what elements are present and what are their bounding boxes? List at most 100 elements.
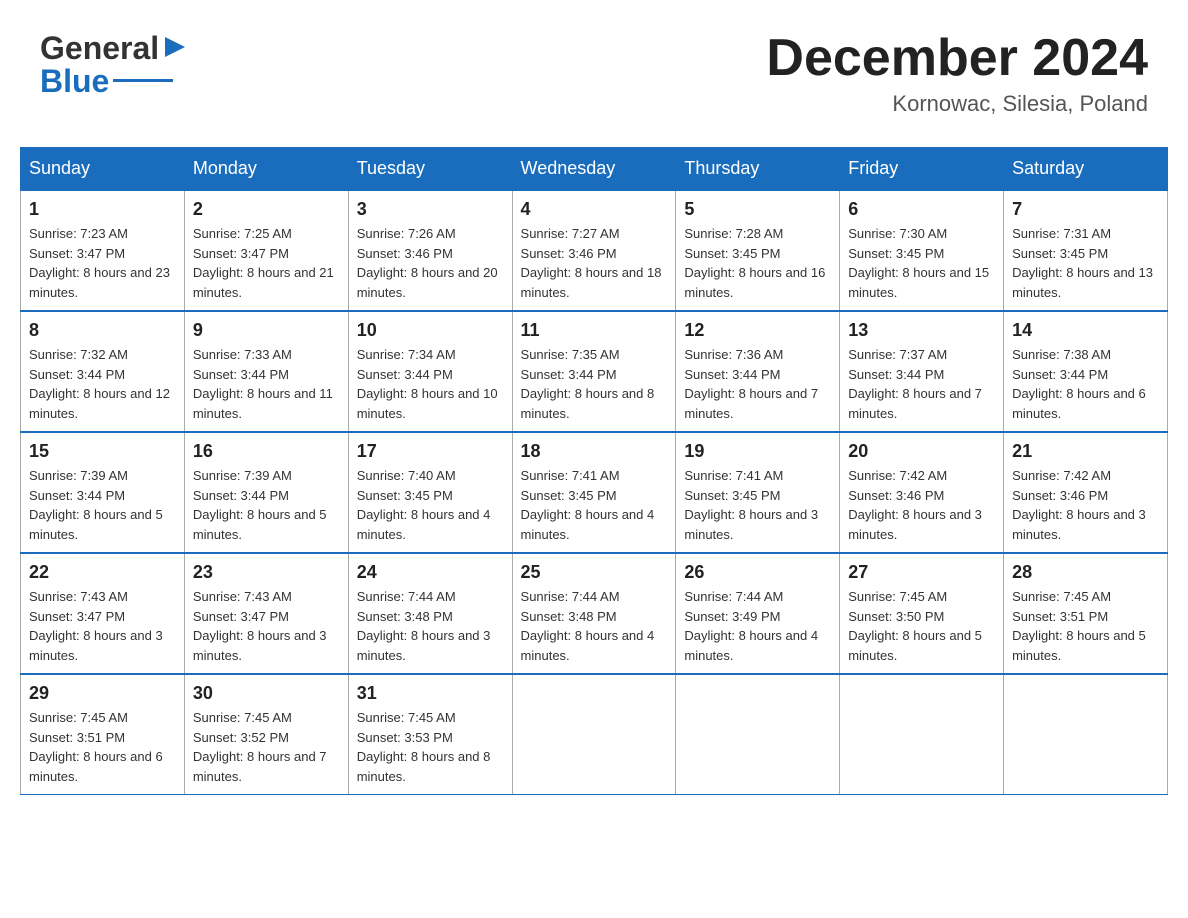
day-info: Sunrise: 7:39 AMSunset: 3:44 PMDaylight:…	[29, 466, 176, 544]
calendar-day-cell	[676, 674, 840, 795]
day-of-week-header: Monday	[184, 148, 348, 191]
day-info: Sunrise: 7:44 AMSunset: 3:48 PMDaylight:…	[521, 587, 668, 665]
day-number: 31	[357, 683, 504, 704]
day-info: Sunrise: 7:37 AMSunset: 3:44 PMDaylight:…	[848, 345, 995, 423]
day-number: 16	[193, 441, 340, 462]
day-info: Sunrise: 7:33 AMSunset: 3:44 PMDaylight:…	[193, 345, 340, 423]
day-of-week-header: Sunday	[21, 148, 185, 191]
day-info: Sunrise: 7:41 AMSunset: 3:45 PMDaylight:…	[684, 466, 831, 544]
day-info: Sunrise: 7:27 AMSunset: 3:46 PMDaylight:…	[521, 224, 668, 302]
day-info: Sunrise: 7:34 AMSunset: 3:44 PMDaylight:…	[357, 345, 504, 423]
calendar-week-row: 8Sunrise: 7:32 AMSunset: 3:44 PMDaylight…	[21, 311, 1168, 432]
day-info: Sunrise: 7:26 AMSunset: 3:46 PMDaylight:…	[357, 224, 504, 302]
day-number: 26	[684, 562, 831, 583]
calendar-day-cell	[512, 674, 676, 795]
day-number: 14	[1012, 320, 1159, 341]
logo-blue-text: Blue	[40, 63, 109, 100]
calendar-day-cell: 20Sunrise: 7:42 AMSunset: 3:46 PMDayligh…	[840, 432, 1004, 553]
day-info: Sunrise: 7:45 AMSunset: 3:53 PMDaylight:…	[357, 708, 504, 786]
calendar-week-row: 29Sunrise: 7:45 AMSunset: 3:51 PMDayligh…	[21, 674, 1168, 795]
calendar-day-cell: 12 Sunrise: 7:36 AMSunset: 3:44 PMDayligh…	[676, 311, 840, 432]
calendar-header-row: SundayMondayTuesdayWednesdayThursdayFrid…	[21, 148, 1168, 191]
calendar-day-cell: 26Sunrise: 7:44 AMSunset: 3:49 PMDayligh…	[676, 553, 840, 674]
day-number: 24	[357, 562, 504, 583]
day-number: 4	[521, 199, 668, 220]
day-info: Sunrise: 7:43 AMSunset: 3:47 PMDaylight:…	[29, 587, 176, 665]
day-number: 25	[521, 562, 668, 583]
calendar-day-cell: 25 Sunrise: 7:44 AMSunset: 3:48 PMDayligh…	[512, 553, 676, 674]
day-number: 1	[29, 199, 176, 220]
calendar-day-cell: 31 Sunrise: 7:45 AMSunset: 3:53 PMDayligh…	[348, 674, 512, 795]
calendar-week-row: 22 Sunrise: 7:43 AMSunset: 3:47 PMDayligh…	[21, 553, 1168, 674]
day-info: Sunrise: 7:43 AMSunset: 3:47 PMDaylight:…	[193, 587, 340, 665]
day-of-week-header: Friday	[840, 148, 1004, 191]
calendar-day-cell: 18 Sunrise: 7:41 AMSunset: 3:45 PMDayligh…	[512, 432, 676, 553]
day-info: Sunrise: 7:35 AMSunset: 3:44 PMDaylight:…	[521, 345, 668, 423]
day-info: Sunrise: 7:45 AMSunset: 3:52 PMDaylight:…	[193, 708, 340, 786]
day-of-week-header: Saturday	[1004, 148, 1168, 191]
day-of-week-header: Wednesday	[512, 148, 676, 191]
day-info: Sunrise: 7:45 AMSunset: 3:50 PMDaylight:…	[848, 587, 995, 665]
day-number: 13	[848, 320, 995, 341]
page-header: General Blue December 2024 Kornowac, Sil…	[20, 20, 1168, 127]
calendar-day-cell	[840, 674, 1004, 795]
calendar-day-cell: 8Sunrise: 7:32 AMSunset: 3:44 PMDaylight…	[21, 311, 185, 432]
day-of-week-header: Tuesday	[348, 148, 512, 191]
calendar-day-cell: 24 Sunrise: 7:44 AMSunset: 3:48 PMDayligh…	[348, 553, 512, 674]
day-number: 19	[684, 441, 831, 462]
calendar-day-cell: 27 Sunrise: 7:45 AMSunset: 3:50 PMDayligh…	[840, 553, 1004, 674]
calendar-day-cell: 11 Sunrise: 7:35 AMSunset: 3:44 PMDayligh…	[512, 311, 676, 432]
title-area: December 2024 Kornowac, Silesia, Poland	[766, 30, 1148, 117]
day-number: 12	[684, 320, 831, 341]
calendar-day-cell: 13 Sunrise: 7:37 AMSunset: 3:44 PMDayligh…	[840, 311, 1004, 432]
day-info: Sunrise: 7:45 AMSunset: 3:51 PMDaylight:…	[29, 708, 176, 786]
day-info: Sunrise: 7:36 AMSunset: 3:44 PMDaylight:…	[684, 345, 831, 423]
calendar-day-cell: 9Sunrise: 7:33 AMSunset: 3:44 PMDaylight…	[184, 311, 348, 432]
day-info: Sunrise: 7:28 AMSunset: 3:45 PMDaylight:…	[684, 224, 831, 302]
calendar-day-cell: 21 Sunrise: 7:42 AMSunset: 3:46 PMDayligh…	[1004, 432, 1168, 553]
logo-general-text: General	[40, 30, 159, 67]
day-info: Sunrise: 7:40 AMSunset: 3:45 PMDaylight:…	[357, 466, 504, 544]
day-number: 3	[357, 199, 504, 220]
day-number: 8	[29, 320, 176, 341]
calendar-day-cell: 4 Sunrise: 7:27 AMSunset: 3:46 PMDaylight…	[512, 190, 676, 311]
day-number: 18	[521, 441, 668, 462]
location-subtitle: Kornowac, Silesia, Poland	[766, 91, 1148, 117]
day-number: 22	[29, 562, 176, 583]
calendar-day-cell: 7 Sunrise: 7:31 AMSunset: 3:45 PMDaylight…	[1004, 190, 1168, 311]
calendar-day-cell: 29Sunrise: 7:45 AMSunset: 3:51 PMDayligh…	[21, 674, 185, 795]
day-number: 23	[193, 562, 340, 583]
calendar-day-cell: 19 Sunrise: 7:41 AMSunset: 3:45 PMDayligh…	[676, 432, 840, 553]
calendar-day-cell: 23 Sunrise: 7:43 AMSunset: 3:47 PMDayligh…	[184, 553, 348, 674]
day-info: Sunrise: 7:38 AMSunset: 3:44 PMDaylight:…	[1012, 345, 1159, 423]
logo-triangle-icon	[161, 33, 189, 61]
calendar-day-cell: 28 Sunrise: 7:45 AMSunset: 3:51 PMDayligh…	[1004, 553, 1168, 674]
day-number: 28	[1012, 562, 1159, 583]
day-of-week-header: Thursday	[676, 148, 840, 191]
day-number: 17	[357, 441, 504, 462]
calendar-day-cell: 10Sunrise: 7:34 AMSunset: 3:44 PMDayligh…	[348, 311, 512, 432]
day-info: Sunrise: 7:25 AMSunset: 3:47 PMDaylight:…	[193, 224, 340, 302]
calendar-day-cell: 1Sunrise: 7:23 AMSunset: 3:47 PMDaylight…	[21, 190, 185, 311]
calendar-week-row: 15Sunrise: 7:39 AMSunset: 3:44 PMDayligh…	[21, 432, 1168, 553]
day-number: 2	[193, 199, 340, 220]
calendar-day-cell: 30 Sunrise: 7:45 AMSunset: 3:52 PMDayligh…	[184, 674, 348, 795]
day-info: Sunrise: 7:31 AMSunset: 3:45 PMDaylight:…	[1012, 224, 1159, 302]
calendar-day-cell: 5 Sunrise: 7:28 AMSunset: 3:45 PMDaylight…	[676, 190, 840, 311]
day-number: 21	[1012, 441, 1159, 462]
month-year-title: December 2024	[766, 30, 1148, 87]
day-info: Sunrise: 7:44 AMSunset: 3:48 PMDaylight:…	[357, 587, 504, 665]
calendar-day-cell: 15Sunrise: 7:39 AMSunset: 3:44 PMDayligh…	[21, 432, 185, 553]
day-number: 6	[848, 199, 995, 220]
day-info: Sunrise: 7:45 AMSunset: 3:51 PMDaylight:…	[1012, 587, 1159, 665]
day-number: 30	[193, 683, 340, 704]
calendar-day-cell: 6Sunrise: 7:30 AMSunset: 3:45 PMDaylight…	[840, 190, 1004, 311]
day-number: 7	[1012, 199, 1159, 220]
day-number: 11	[521, 320, 668, 341]
calendar-day-cell: 3 Sunrise: 7:26 AMSunset: 3:46 PMDaylight…	[348, 190, 512, 311]
day-number: 27	[848, 562, 995, 583]
day-info: Sunrise: 7:42 AMSunset: 3:46 PMDaylight:…	[1012, 466, 1159, 544]
day-number: 5	[684, 199, 831, 220]
calendar-day-cell: 16Sunrise: 7:39 AMSunset: 3:44 PMDayligh…	[184, 432, 348, 553]
day-info: Sunrise: 7:41 AMSunset: 3:45 PMDaylight:…	[521, 466, 668, 544]
